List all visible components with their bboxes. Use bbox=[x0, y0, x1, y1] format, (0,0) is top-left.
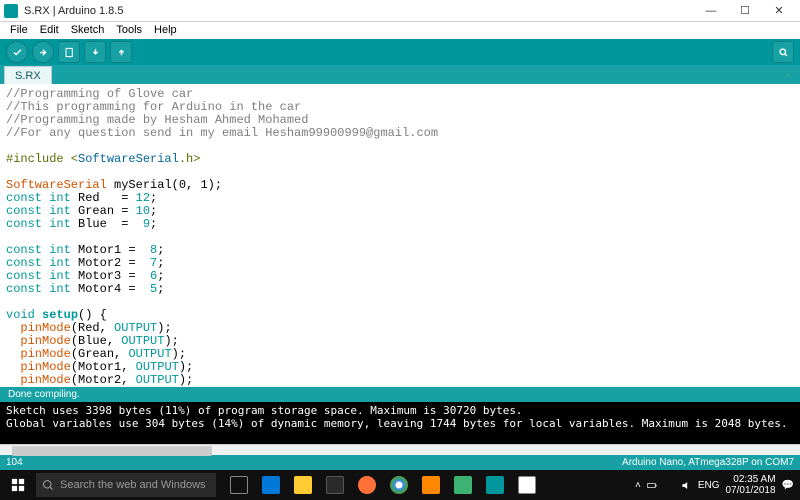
start-button[interactable] bbox=[0, 470, 36, 500]
battery-icon[interactable] bbox=[647, 480, 658, 491]
network-icon[interactable] bbox=[664, 480, 675, 491]
verify-button[interactable] bbox=[6, 41, 28, 63]
tab-label: S.RX bbox=[15, 70, 41, 82]
console-line: Sketch uses 3398 bytes (11%) of program … bbox=[6, 404, 794, 417]
task-view-button[interactable] bbox=[224, 470, 254, 500]
console-output[interactable]: Sketch uses 3398 bytes (11%) of program … bbox=[0, 402, 800, 444]
windows-taskbar: Search the web and Windows ˄ ENG 02:35 A… bbox=[0, 470, 800, 500]
tab-bar: S.RX ▾ bbox=[0, 65, 800, 84]
status-bar: Done compiling. bbox=[0, 387, 800, 402]
horizontal-scrollbar[interactable] bbox=[0, 444, 800, 455]
taskbar-app-explorer[interactable] bbox=[288, 470, 318, 500]
taskbar-apps bbox=[224, 470, 542, 500]
chevron-down-icon: ▾ bbox=[785, 70, 790, 81]
menu-sketch[interactable]: Sketch bbox=[65, 24, 111, 36]
search-icon bbox=[42, 479, 54, 491]
menu-help[interactable]: Help bbox=[148, 24, 183, 36]
window-title: S.RX | Arduino 1.8.5 bbox=[24, 5, 694, 17]
menu-edit[interactable]: Edit bbox=[34, 24, 65, 36]
minimize-button[interactable]: — bbox=[694, 0, 728, 22]
menu-bar: File Edit Sketch Tools Help bbox=[0, 22, 800, 39]
open-button[interactable] bbox=[84, 41, 106, 63]
arduino-app-icon bbox=[4, 4, 18, 18]
tab-sketch[interactable]: S.RX bbox=[4, 66, 52, 84]
system-tray: ˄ ENG 02:35 AM 07/01/2018 💬 bbox=[629, 474, 800, 496]
toolbar bbox=[0, 39, 800, 65]
tray-language[interactable]: ENG bbox=[698, 480, 720, 491]
taskbar-app-vlc[interactable] bbox=[416, 470, 446, 500]
volume-icon[interactable] bbox=[681, 480, 692, 491]
taskbar-app-chrome[interactable] bbox=[384, 470, 414, 500]
console-line: Global variables use 304 bytes (14%) of … bbox=[6, 417, 794, 430]
code-editor[interactable]: //Programming of Glove car //This progra… bbox=[0, 84, 800, 386]
menu-tools[interactable]: Tools bbox=[110, 24, 148, 36]
taskbar-app-paint[interactable] bbox=[512, 470, 542, 500]
taskbar-app-arduino[interactable] bbox=[480, 470, 510, 500]
tray-chevron-up-icon[interactable]: ˄ bbox=[635, 480, 641, 491]
tray-time: 02:35 AM bbox=[725, 474, 775, 485]
scrollbar-thumb[interactable] bbox=[12, 446, 212, 456]
tray-clock[interactable]: 02:35 AM 07/01/2018 bbox=[725, 474, 775, 496]
maximize-button[interactable]: ☐ bbox=[728, 0, 762, 22]
save-button[interactable] bbox=[110, 41, 132, 63]
menu-file[interactable]: File bbox=[4, 24, 34, 36]
window-titlebar: S.RX | Arduino 1.8.5 — ☐ ✕ bbox=[0, 0, 800, 22]
line-number: 104 bbox=[6, 457, 23, 468]
serial-monitor-button[interactable] bbox=[772, 41, 794, 63]
taskbar-app-store[interactable] bbox=[320, 470, 350, 500]
board-info: Arduino Nano, ATmega328P on COM7 bbox=[622, 457, 794, 468]
tray-date: 07/01/2018 bbox=[725, 485, 775, 496]
taskbar-app-firefox[interactable] bbox=[352, 470, 382, 500]
notifications-icon[interactable]: 💬 bbox=[782, 480, 794, 491]
close-button[interactable]: ✕ bbox=[762, 0, 796, 22]
new-button[interactable] bbox=[58, 41, 80, 63]
taskbar-search[interactable]: Search the web and Windows bbox=[36, 473, 216, 497]
windows-icon bbox=[11, 478, 25, 492]
footer-bar: 104 Arduino Nano, ATmega328P on COM7 bbox=[0, 455, 800, 470]
upload-button[interactable] bbox=[32, 41, 54, 63]
status-text: Done compiling. bbox=[8, 389, 80, 400]
taskbar-app-edge[interactable] bbox=[256, 470, 286, 500]
tab-menu-button[interactable]: ▾ bbox=[775, 66, 796, 84]
search-placeholder: Search the web and Windows bbox=[60, 479, 206, 491]
taskbar-app-generic[interactable] bbox=[448, 470, 478, 500]
